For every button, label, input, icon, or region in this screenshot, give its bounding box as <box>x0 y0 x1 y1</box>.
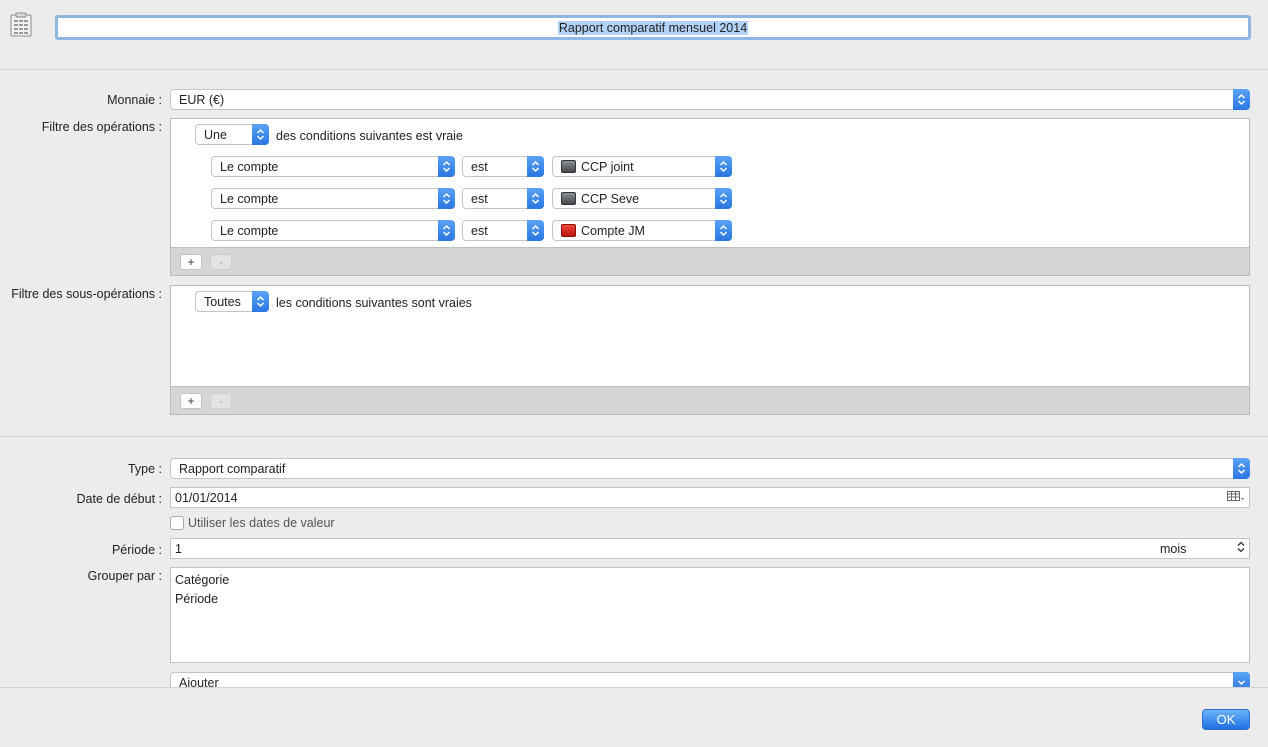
period-label: Période : <box>111 543 162 557</box>
rule-value-text: CCP Seve <box>581 191 640 206</box>
report-icon <box>8 12 34 38</box>
rule-field-select[interactable]: Le compte <box>211 220 455 241</box>
rule-value-text: Compte JM <box>581 223 645 238</box>
type-label: Type : <box>127 462 162 476</box>
updown-arrows-icon <box>252 291 269 312</box>
report-title-input[interactable]: Rapport comparatif mensuel 2014 <box>55 15 1251 40</box>
ok-button[interactable]: OK <box>1202 709 1250 730</box>
bank-card-icon <box>561 160 576 173</box>
rule-value-select[interactable]: CCP Seve <box>552 188 732 209</box>
updown-arrows-icon <box>438 156 455 177</box>
add-group-select[interactable]: Ajouter <box>170 672 1250 687</box>
start-date-label: Date de début : <box>76 492 162 506</box>
updown-arrows-icon <box>527 156 544 177</box>
header-divider <box>0 69 1268 70</box>
value-dates-checkbox[interactable] <box>170 516 184 530</box>
period-unit-value: mois <box>1160 541 1187 556</box>
rule-field-value: Le compte <box>220 223 279 238</box>
subops-filter-footer: + - <box>171 386 1249 414</box>
currency-value: EUR (€) <box>179 92 225 107</box>
add-rule-button[interactable]: + <box>180 254 202 270</box>
updown-arrows-icon <box>1233 458 1250 479</box>
subops-match-suffix: les conditions suivantes sont vraies <box>276 296 472 310</box>
ops-filter-footer: + - <box>171 247 1249 275</box>
currency-select[interactable]: EUR (€) <box>170 89 1250 110</box>
currency-label: Monnaie : <box>107 93 162 107</box>
rule-field-select[interactable]: Le compte <box>211 188 455 209</box>
rule-operator-select[interactable]: est <box>462 156 544 177</box>
updown-arrows-icon <box>438 188 455 209</box>
ops-match-suffix: des conditions suivantes est vraie <box>276 129 463 143</box>
updown-arrows-icon <box>527 220 544 241</box>
remove-subrule-button[interactable]: - <box>210 393 232 409</box>
rule-value-text: CCP joint <box>581 159 634 174</box>
report-type-value: Rapport comparatif <box>179 461 286 476</box>
updown-arrows-icon <box>715 156 732 177</box>
ops-match-select[interactable]: Une <box>195 124 269 145</box>
bank-logo-icon <box>561 224 576 237</box>
rule-field-value: Le compte <box>220 159 279 174</box>
list-item[interactable]: Catégorie <box>175 571 1245 590</box>
updown-arrows-icon <box>1237 541 1245 556</box>
add-subrule-button[interactable]: + <box>180 393 202 409</box>
report-title-text: Rapport comparatif mensuel 2014 <box>557 20 749 35</box>
rule-value-select[interactable]: Compte JM <box>552 220 732 241</box>
subops-filter-label: Filtre des sous-opérations : <box>11 287 162 301</box>
updown-arrows-icon <box>1233 89 1250 110</box>
section-divider <box>0 436 1268 437</box>
start-date-field[interactable]: 01/01/2014 <box>170 487 1250 508</box>
period-value: 1 <box>175 541 182 556</box>
start-date-value: 01/01/2014 <box>175 490 238 505</box>
subops-filter-box: Toutes les conditions suivantes sont vra… <box>170 285 1250 415</box>
rule-field-value: Le compte <box>220 191 279 206</box>
footer-divider <box>0 687 1268 688</box>
period-value-field[interactable]: 1 <box>170 538 1150 559</box>
updown-arrows-icon <box>715 188 732 209</box>
bank-card-icon <box>561 192 576 205</box>
rule-value-select[interactable]: CCP joint <box>552 156 732 177</box>
remove-rule-button[interactable]: - <box>210 254 232 270</box>
rule-operator-select[interactable]: est <box>462 220 544 241</box>
subops-match-select[interactable]: Toutes <box>195 291 269 312</box>
chevron-down-icon <box>1233 672 1250 687</box>
add-group-clip: Ajouter <box>0 671 1268 687</box>
report-type-select[interactable]: Rapport comparatif <box>170 458 1250 479</box>
group-by-list[interactable]: Catégorie Période <box>170 567 1250 663</box>
period-unit-select[interactable]: mois <box>1150 538 1250 559</box>
ops-filter-box: Une des conditions suivantes est vraie L… <box>170 118 1250 276</box>
add-group-value: Ajouter <box>179 675 219 688</box>
rule-field-select[interactable]: Le compte <box>211 156 455 177</box>
list-item[interactable]: Période <box>175 590 1245 609</box>
updown-arrows-icon <box>527 188 544 209</box>
rule-operator-select[interactable]: est <box>462 188 544 209</box>
updown-arrows-icon <box>715 220 732 241</box>
updown-arrows-icon <box>252 124 269 145</box>
ops-filter-label: Filtre des opérations : <box>41 120 162 134</box>
updown-arrows-icon <box>438 220 455 241</box>
group-by-label: Grouper par : <box>87 569 162 583</box>
value-dates-label: Utiliser les dates de valeur <box>188 516 335 530</box>
calendar-icon[interactable] <box>1227 490 1245 505</box>
